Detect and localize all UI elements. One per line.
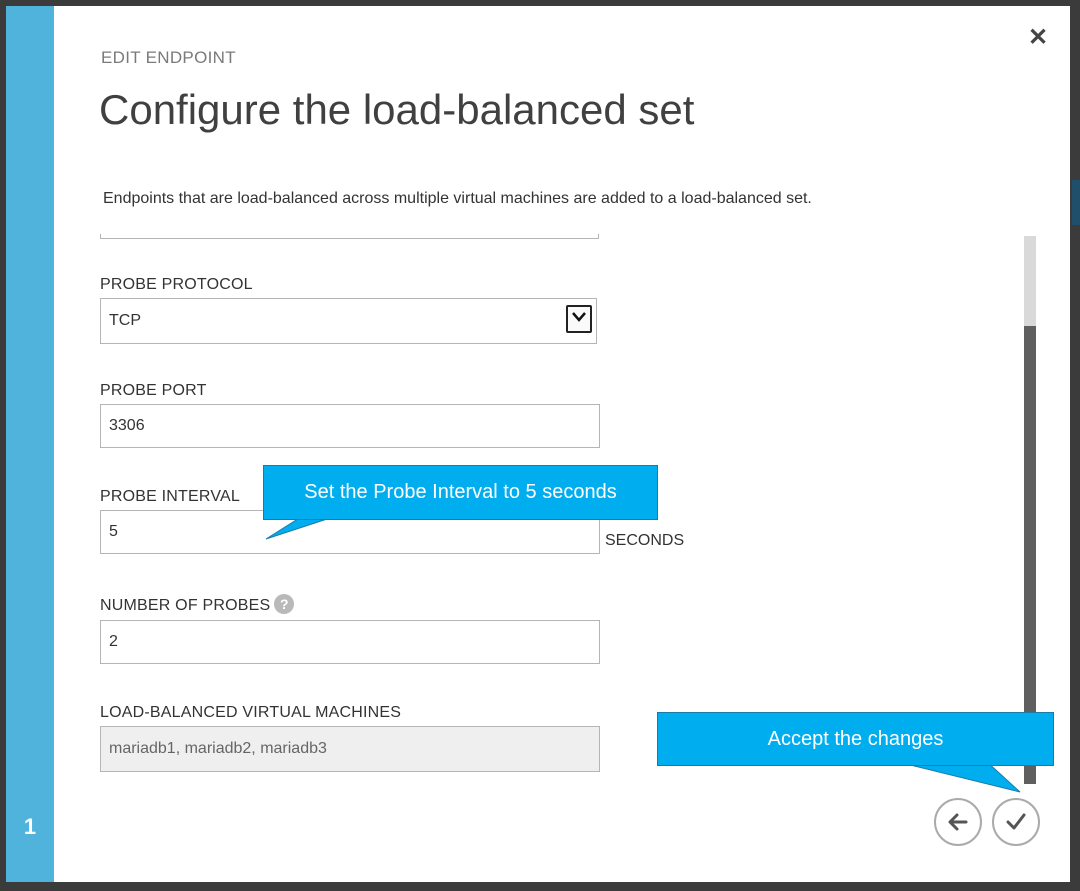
probe-interval-label: PROBE INTERVAL xyxy=(100,488,241,505)
step-bar: 1 xyxy=(6,6,54,882)
probe-protocol-select[interactable]: TCP xyxy=(100,298,597,344)
vertical-scrollbar[interactable] xyxy=(1024,236,1036,784)
confirm-button[interactable] xyxy=(992,798,1040,846)
checkmark-icon xyxy=(1006,813,1026,830)
probe-interval-value: 5 xyxy=(109,523,118,540)
accept-callout: Accept the changes xyxy=(657,712,1054,766)
number-of-probes-label-text: NUMBER OF PROBES xyxy=(100,597,271,614)
probe-protocol-value: TCP xyxy=(109,312,141,329)
scrollbar-thumb[interactable] xyxy=(1024,236,1036,326)
close-icon[interactable]: ✕ xyxy=(1028,26,1048,50)
accept-callout-pointer xyxy=(889,760,1021,793)
page-title: Configure the load-balanced set xyxy=(99,86,695,133)
number-of-probes-value: 2 xyxy=(109,633,118,650)
probe-port-input[interactable]: 3306 xyxy=(100,404,600,448)
dialog-eyebrow: EDIT ENDPOINT xyxy=(101,48,236,67)
arrow-left-icon xyxy=(948,813,968,831)
probe-interval-unit: SECONDS xyxy=(605,532,685,549)
help-icon[interactable]: ? xyxy=(274,594,295,614)
previous-field-input[interactable] xyxy=(100,234,599,239)
dialog-description: Endpoints that are load-balanced across … xyxy=(103,190,812,207)
probe-protocol-label: PROBE PROTOCOL xyxy=(100,276,253,293)
probe-port-label: PROBE PORT xyxy=(100,382,207,399)
background-window-edge xyxy=(1072,180,1080,225)
number-of-probes-label: NUMBER OF PROBES? xyxy=(100,594,295,615)
load-balanced-vms-field: mariadb1, mariadb2, mariadb3 xyxy=(100,726,600,772)
chevron-down-icon[interactable] xyxy=(566,305,592,333)
step-number: 1 xyxy=(23,814,37,839)
probe-port-value: 3306 xyxy=(109,417,145,434)
load-balanced-vms-label: LOAD-BALANCED VIRTUAL MACHINES xyxy=(100,704,402,721)
probe-interval-callout: Set the Probe Interval to 5 seconds xyxy=(263,465,658,520)
number-of-probes-input[interactable]: 2 xyxy=(100,620,600,664)
load-balanced-vms-value: mariadb1, mariadb2, mariadb3 xyxy=(109,740,327,757)
back-button[interactable] xyxy=(934,798,982,846)
